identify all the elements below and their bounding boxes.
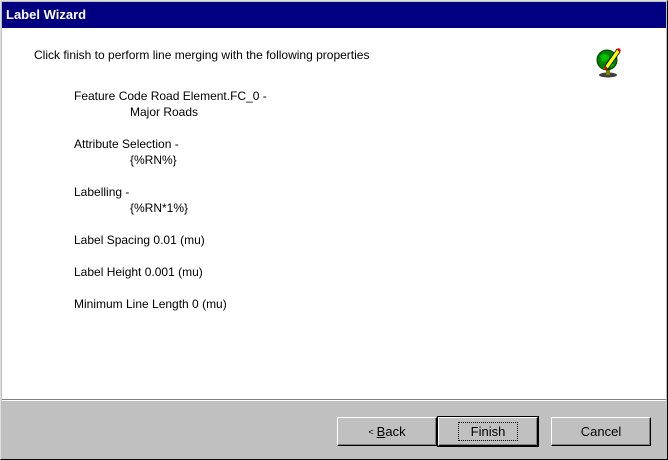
back-arrow-icon: < [368,426,374,437]
finish-button[interactable]: Finish [437,416,539,447]
back-button-label: ack [385,424,406,439]
button-area-separator [2,399,666,401]
property-labelling-value: {%RN*1%} [130,201,189,215]
property-label-spacing: Label Spacing 0.01 (mu) [74,233,205,247]
property-feature-code-value: Major Roads [130,105,199,119]
intro-text: Click finish to perform line merging wit… [34,48,370,62]
property-min-line-length: Minimum Line Length 0 (mu) [74,297,227,311]
property-feature-code-label: Feature Code Road Element.FC_0 - [74,89,267,103]
property-label-height: Label Height 0.001 (mu) [74,265,203,279]
property-attribute-selection-value: {%RN%} [130,153,177,167]
property-attribute-selection-label: Attribute Selection - [74,137,179,151]
back-button-mnemonic: B [376,424,386,439]
cancel-button-label: Cancel [580,424,622,439]
back-button[interactable]: < Back [337,417,437,446]
property-labelling-label: Labelling - [74,185,130,199]
window-title: Label Wizard [6,7,87,22]
label-wizard-window: Label Wizard Click finish to perform lin… [0,0,668,460]
finish-button-label: Finish [457,422,519,441]
globe-pencil-icon [596,48,621,78]
cancel-button[interactable]: Cancel [551,417,651,446]
wizard-content: Click finish to perform line merging wit… [2,28,666,399]
title-bar: Label Wizard [2,2,666,28]
